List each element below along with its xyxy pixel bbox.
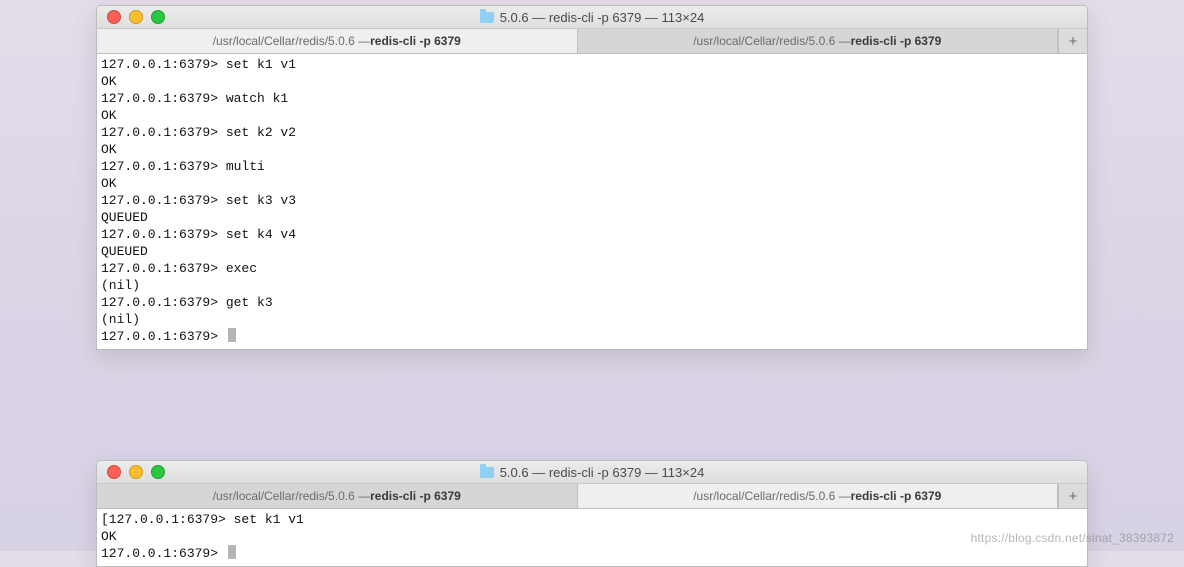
terminal-output[interactable]: [127.0.0.1:6379> set k1 v1OK127.0.0.1:63… [97, 509, 1087, 566]
folder-icon [480, 12, 494, 23]
output-line: OK [101, 141, 1083, 158]
window-title: 5.0.6 — redis-cli -p 6379 — 113×24 [97, 465, 1087, 480]
prompt-line: 127.0.0.1:6379> set k1 v1 [101, 56, 1083, 73]
tab-bar: /usr/local/Cellar/redis/5.0.6 — redis-cl… [97, 29, 1087, 54]
new-tab-button[interactable]: + [1058, 484, 1087, 508]
tab-path: /usr/local/Cellar/redis/5.0.6 — [213, 34, 370, 48]
output-line: OK [101, 528, 1083, 545]
window-title-text: 5.0.6 — redis-cli -p 6379 — 113×24 [500, 10, 705, 25]
minimize-icon[interactable] [129, 10, 143, 24]
titlebar[interactable]: 5.0.6 — redis-cli -p 6379 — 113×24 [97, 6, 1087, 29]
close-icon[interactable] [107, 465, 121, 479]
tab-path: /usr/local/Cellar/redis/5.0.6 — [693, 489, 850, 503]
prompt-line: 127.0.0.1:6379> multi [101, 158, 1083, 175]
output-line: QUEUED [101, 209, 1083, 226]
output-line: QUEUED [101, 243, 1083, 260]
tab-cmd: redis-cli -p 6379 [851, 34, 942, 48]
prompt-line: 127.0.0.1:6379> exec [101, 260, 1083, 277]
window-title-text: 5.0.6 — redis-cli -p 6379 — 113×24 [500, 465, 705, 480]
window-title: 5.0.6 — redis-cli -p 6379 — 113×24 [97, 10, 1087, 25]
folder-icon [480, 467, 494, 478]
minimize-icon[interactable] [129, 465, 143, 479]
tab-2[interactable]: /usr/local/Cellar/redis/5.0.6 — redis-cl… [578, 484, 1059, 508]
close-icon[interactable] [107, 10, 121, 24]
tab-path: /usr/local/Cellar/redis/5.0.6 — [693, 34, 850, 48]
traffic-lights [97, 10, 165, 24]
new-tab-button[interactable]: + [1058, 29, 1087, 53]
output-line: OK [101, 107, 1083, 124]
terminal-output[interactable]: 127.0.0.1:6379> set k1 v1OK127.0.0.1:637… [97, 54, 1087, 349]
output-line: (nil) [101, 311, 1083, 328]
prompt-line: 127.0.0.1:6379> set k2 v2 [101, 124, 1083, 141]
prompt-line: 127.0.0.1:6379> watch k1 [101, 90, 1083, 107]
cursor-icon [228, 545, 236, 559]
tab-path: /usr/local/Cellar/redis/5.0.6 — [213, 489, 370, 503]
prompt-line: 127.0.0.1:6379> get k3 [101, 294, 1083, 311]
prompt-line: 127.0.0.1:6379> set k3 v3 [101, 192, 1083, 209]
tab-bar: /usr/local/Cellar/redis/5.0.6 — redis-cl… [97, 484, 1087, 509]
titlebar[interactable]: 5.0.6 — redis-cli -p 6379 — 113×24 [97, 461, 1087, 484]
tab-cmd: redis-cli -p 6379 [370, 34, 461, 48]
tab-cmd: redis-cli -p 6379 [851, 489, 942, 503]
output-line: OK [101, 175, 1083, 192]
prompt-line: [127.0.0.1:6379> set k1 v1 [101, 511, 1083, 528]
output-line: (nil) [101, 277, 1083, 294]
traffic-lights [97, 465, 165, 479]
tab-2[interactable]: /usr/local/Cellar/redis/5.0.6 — redis-cl… [578, 29, 1059, 53]
zoom-icon[interactable] [151, 465, 165, 479]
prompt-line: 127.0.0.1:6379> [101, 545, 1083, 562]
terminal-window-1: 5.0.6 — redis-cli -p 6379 — 113×24 /usr/… [96, 5, 1088, 350]
zoom-icon[interactable] [151, 10, 165, 24]
watermark-text: https://blog.csdn.net/sinat_38393872 [971, 531, 1174, 545]
prompt-line: 127.0.0.1:6379> [101, 328, 1083, 345]
tab-1[interactable]: /usr/local/Cellar/redis/5.0.6 — redis-cl… [97, 484, 578, 508]
tab-1[interactable]: /usr/local/Cellar/redis/5.0.6 — redis-cl… [97, 29, 578, 53]
cursor-icon [228, 328, 236, 342]
prompt-line: 127.0.0.1:6379> set k4 v4 [101, 226, 1083, 243]
tab-cmd: redis-cli -p 6379 [370, 489, 461, 503]
output-line: OK [101, 73, 1083, 90]
